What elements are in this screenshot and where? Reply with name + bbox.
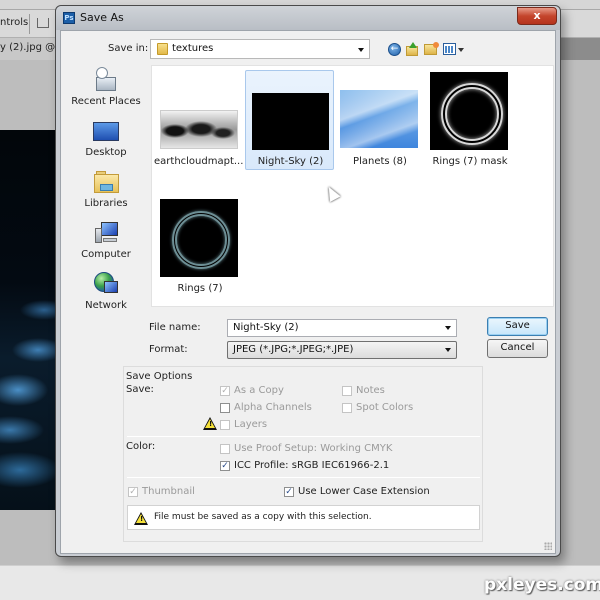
file-item-earthcloudmap[interactable]: earthcloudmapt... — [154, 70, 243, 170]
dialog-title: Save As — [80, 11, 124, 24]
spot-colors-checkbox[interactable] — [342, 403, 352, 413]
file-item-night-sky[interactable]: Night-Sky (2) — [245, 70, 334, 170]
file-thumbnail — [160, 110, 238, 149]
as-a-copy-checkbox[interactable]: ✓ — [220, 386, 230, 396]
save-in-label: Save in: — [108, 43, 149, 54]
file-item-rings[interactable]: Rings (7) — [160, 199, 240, 299]
file-thumbnail — [430, 72, 508, 150]
place-label: Network — [85, 300, 127, 311]
file-thumbnail — [160, 199, 238, 277]
file-list[interactable]: earthcloudmapt... Night-Sky (2) Planets … — [151, 65, 554, 307]
close-button[interactable]: x — [517, 7, 557, 25]
notes-label: Notes — [356, 385, 385, 396]
place-label: Libraries — [84, 198, 128, 209]
warning-icon: ! — [134, 512, 148, 525]
file-thumbnail — [340, 90, 418, 148]
thumbnail-label: Thumbnail — [142, 486, 195, 497]
color-label: Color: — [126, 441, 156, 452]
icc-profile-checkbox[interactable]: ✓ — [220, 461, 230, 471]
save-label: Save: — [126, 384, 154, 395]
spot-colors-label: Spot Colors — [356, 402, 414, 413]
resize-grip[interactable] — [544, 542, 552, 550]
as-a-copy-label: As a Copy — [234, 385, 284, 396]
place-label: Desktop — [85, 147, 127, 158]
file-name: Rings (7) — [177, 283, 223, 294]
save-button[interactable]: Save — [487, 317, 548, 336]
save-options-title: Save Options — [126, 371, 193, 382]
file-name: earthcloudmapt... — [154, 156, 244, 167]
watermark: pxleyes.com — [484, 575, 600, 595]
place-computer[interactable]: Computer — [67, 218, 145, 266]
photoshop-app-icon: Ps — [63, 12, 75, 24]
thumbnail-checkbox[interactable]: ✓ — [128, 487, 138, 497]
network-icon — [94, 272, 120, 298]
dialog-body: Save in: textures ← Recent Places Deskto… — [60, 30, 556, 554]
libraries-icon — [94, 170, 119, 193]
lower-case-extension-label: Use Lower Case Extension — [298, 486, 430, 497]
chevron-down-icon — [445, 348, 451, 352]
file-item-planets[interactable]: Planets (8) — [340, 70, 420, 170]
place-recent-places[interactable]: Recent Places — [67, 65, 145, 113]
lower-case-extension-checkbox[interactable]: ✓ — [284, 487, 294, 497]
file-name-value: Night-Sky (2) — [233, 322, 299, 333]
format-value: JPEG (*.JPG;*.JPEG;*.JPE) — [233, 344, 354, 355]
notes-checkbox[interactable] — [342, 386, 352, 396]
save-in-dropdown[interactable]: textures — [150, 39, 370, 59]
file-item-rings-mask[interactable]: Rings (7) mask — [430, 72, 510, 172]
place-desktop[interactable]: Desktop — [67, 116, 145, 164]
file-name-input[interactable]: Night-Sky (2) — [227, 319, 457, 337]
align-tool-icon[interactable] — [37, 18, 49, 28]
close-icon: x — [533, 9, 541, 22]
chevron-down-icon[interactable] — [445, 326, 451, 330]
view-menu-chevron-icon[interactable] — [458, 48, 464, 52]
use-proof-setup-label: Use Proof Setup: Working CMYK — [234, 443, 393, 454]
layers-checkbox[interactable] — [220, 420, 230, 430]
alpha-channels-label: Alpha Channels — [234, 402, 312, 413]
format-label: Format: — [149, 344, 188, 355]
save-as-dialog: Ps Save As x Save in: textures ← Recent … — [55, 5, 561, 557]
dialog-titlebar[interactable]: Ps Save As x — [56, 6, 560, 30]
place-libraries[interactable]: Libraries — [67, 167, 145, 215]
cancel-button[interactable]: Cancel — [487, 339, 548, 358]
back-icon[interactable]: ← — [388, 43, 401, 56]
file-name: Rings (7) mask — [432, 156, 508, 167]
warning-icon: ! — [203, 417, 217, 430]
options-separator — [29, 14, 30, 34]
icc-profile-label: ICC Profile: sRGB IEC61966-2.1 — [234, 460, 390, 471]
places-bar: Recent Places Desktop Libraries Computer… — [67, 65, 145, 315]
file-name-label: File name: — [149, 322, 201, 333]
options-divider — [127, 477, 480, 478]
alpha-channels-checkbox[interactable] — [220, 403, 230, 413]
up-folder-icon[interactable] — [406, 42, 418, 56]
format-select[interactable]: JPEG (*.JPG;*.JPEG;*.JPE) — [227, 341, 457, 359]
options-bar-text: ntrols — [0, 17, 29, 28]
warning-message: File must be saved as a copy with this s… — [154, 512, 372, 522]
place-network[interactable]: Network — [67, 269, 145, 317]
options-divider — [127, 436, 480, 437]
computer-icon — [95, 222, 119, 245]
chevron-down-icon — [358, 48, 364, 52]
new-folder-icon[interactable] — [424, 42, 439, 55]
ps-canvas-image — [0, 130, 56, 510]
recent-places-icon — [94, 67, 118, 93]
file-name: Night-Sky (2) — [257, 156, 324, 167]
warning-message-box: ! File must be saved as a copy with this… — [127, 505, 480, 530]
mouse-cursor-icon — [323, 184, 341, 202]
layers-label: Layers — [234, 419, 268, 430]
view-menu-icon[interactable] — [443, 43, 456, 55]
place-label: Computer — [81, 249, 131, 260]
place-label: Recent Places — [71, 96, 141, 107]
desktop-icon — [93, 122, 119, 141]
save-in-value: textures — [172, 43, 214, 54]
document-tab[interactable]: y (2).jpg @ 4 — [0, 38, 58, 60]
use-proof-setup-checkbox[interactable] — [220, 444, 230, 454]
folder-icon — [157, 43, 168, 55]
file-name: Planets (8) — [353, 156, 407, 167]
file-thumbnail — [252, 93, 329, 150]
save-options-group: Save Options Save: ✓ As a Copy Alpha Cha… — [123, 366, 483, 542]
